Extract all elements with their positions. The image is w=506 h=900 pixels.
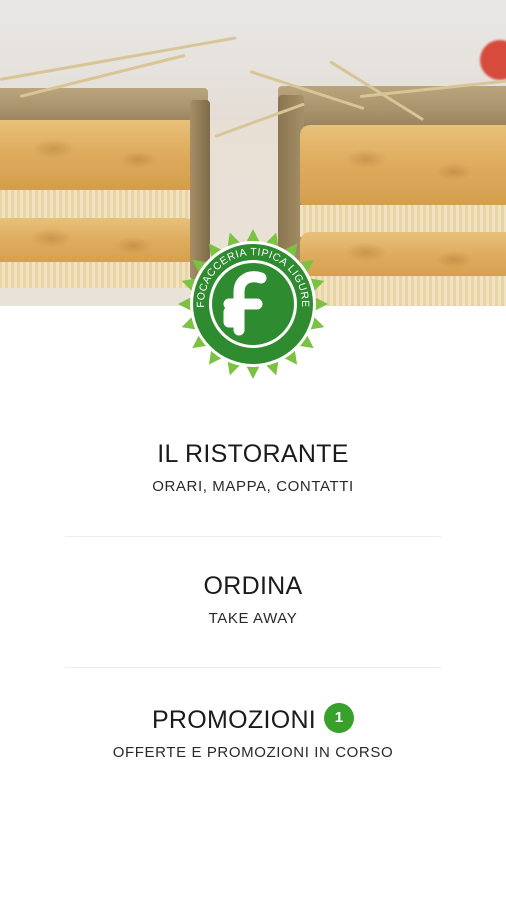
menu-item-title: ORDINA xyxy=(203,572,303,600)
menu-item-title-row: PROMOZIONI 1 xyxy=(0,703,506,736)
menu-item-subtitle: ORARI, MAPPA, CONTATTI xyxy=(152,478,354,495)
menu-item-ordina[interactable]: ORDINA TAKE AWAY xyxy=(0,572,506,627)
menu-item-subtitle: OFFERTE E PROMOZIONI IN CORSO xyxy=(112,744,394,762)
divider xyxy=(65,536,441,537)
menu-item-title: IL RISTORANTE xyxy=(157,440,349,468)
menu-item-promozioni[interactable]: PROMOZIONI 1 OFFERTE E PROMOZIONI IN CORS… xyxy=(0,703,506,762)
divider xyxy=(65,667,441,668)
menu-item-subtitle: TAKE AWAY xyxy=(208,610,298,627)
brand-logo: FOCACCERIA TIPICA LIGURE xyxy=(177,228,329,380)
promo-count-badge: 1 xyxy=(324,703,355,734)
menu-item-title: PROMOZIONI xyxy=(151,706,317,734)
menu-item-ristorante[interactable]: IL RISTORANTE ORARI, MAPPA, CONTATTI xyxy=(0,440,506,495)
